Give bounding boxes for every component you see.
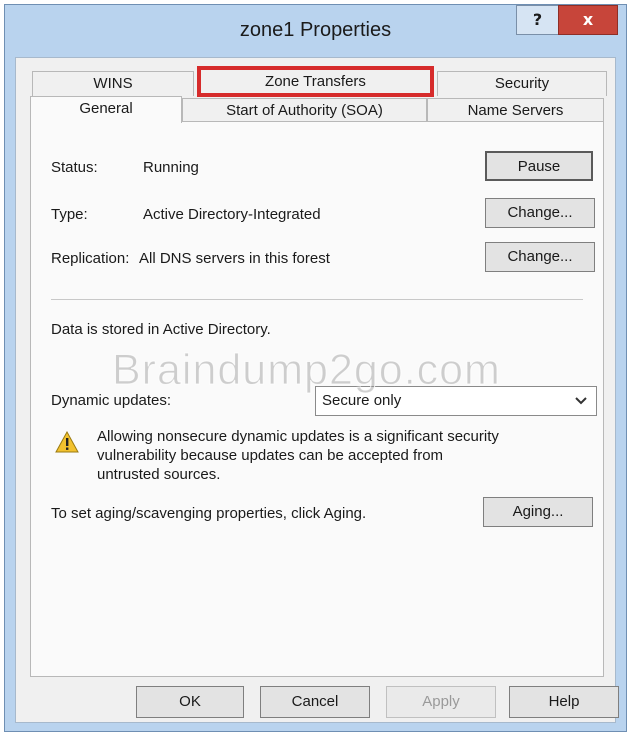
security-warning-text: Allowing nonsecure dynamic updates is a …	[97, 428, 499, 483]
close-button[interactable]: x	[558, 5, 618, 35]
aging-button[interactable]: Aging...	[483, 497, 593, 527]
type-label: Type:	[51, 206, 88, 223]
section-divider	[51, 299, 583, 300]
storage-info-text: Data is stored in Active Directory.	[51, 321, 271, 338]
tab-general[interactable]: General	[30, 96, 182, 123]
apply-button[interactable]: Apply	[386, 686, 496, 718]
cancel-button[interactable]: Cancel	[260, 686, 370, 718]
status-label: Status:	[51, 159, 98, 176]
tab-name-servers[interactable]: Name Servers	[427, 98, 604, 123]
type-change-button[interactable]: Change...	[485, 198, 595, 228]
ok-button[interactable]: OK	[136, 686, 244, 718]
tab-start-of-authority[interactable]: Start of Authority (SOA)	[182, 98, 427, 123]
general-tab-page: Status: Running Pause Type: Active Direc…	[30, 121, 604, 677]
tab-zone-transfers[interactable]: Zone Transfers	[197, 66, 434, 97]
pause-button[interactable]: Pause	[485, 151, 593, 181]
warning-icon	[55, 431, 79, 453]
aging-info-text: To set aging/scavenging properties, clic…	[51, 505, 367, 522]
help-title-button[interactable]: ?	[516, 5, 559, 35]
chevron-down-icon	[575, 397, 587, 405]
replication-value: All DNS servers in this forest	[139, 250, 330, 267]
help-button[interactable]: Help	[509, 686, 619, 718]
tab-wins[interactable]: WINS	[32, 71, 194, 96]
replication-change-button[interactable]: Change...	[485, 242, 595, 272]
tab-security[interactable]: Security	[437, 71, 607, 96]
replication-label: Replication:	[51, 250, 130, 267]
type-value: Active Directory-Integrated	[143, 206, 321, 223]
status-value: Running	[143, 159, 199, 176]
watermark-text: Braindump2go.com	[112, 346, 501, 395]
title-bar[interactable]: zone1 Properties ? x	[5, 5, 626, 57]
